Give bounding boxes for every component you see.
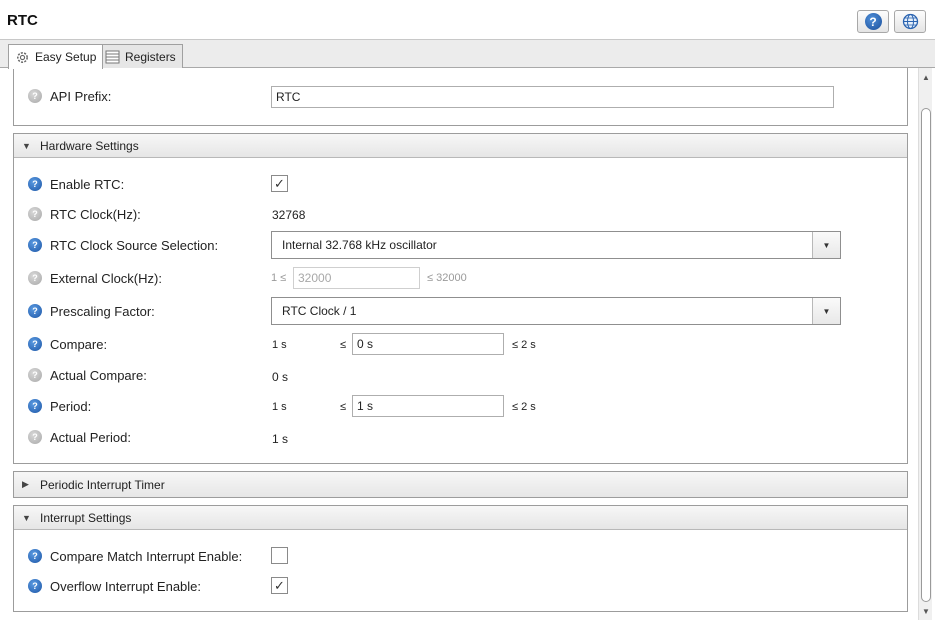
compare-match-label: Compare Match Interrupt Enable: (50, 548, 243, 564)
scroll-up-arrow-icon[interactable]: ▲ (919, 69, 933, 85)
tab-registers[interactable]: Registers (98, 44, 183, 69)
period-input[interactable]: 1 s (352, 395, 504, 417)
help-icon[interactable]: ? (28, 271, 42, 285)
help-icon[interactable]: ? (28, 549, 42, 563)
prescaling-value: RTC Clock / 1 (282, 304, 357, 318)
chevron-down-icon[interactable]: ▼ (812, 298, 840, 324)
interrupt-settings-header[interactable]: ▼ Interrupt Settings (14, 506, 907, 530)
clock-source-label: RTC Clock Source Selection: (50, 237, 219, 253)
actual-period-label: Actual Period: (50, 429, 131, 445)
title-bar: RTC ? (0, 0, 935, 40)
external-clock-min: 1 ≤ (271, 272, 287, 284)
collapse-arrow-icon: ▶ (22, 479, 29, 489)
overflow-row: ? Overflow Interrupt Enable: (28, 576, 201, 596)
external-clock-row: ? External Clock(Hz): (28, 268, 162, 288)
clock-source-value: Internal 32.768 kHz oscillator (282, 238, 437, 252)
prescaling-select[interactable]: RTC Clock / 1 ▼ (271, 297, 841, 325)
help-icon[interactable]: ? (28, 430, 42, 444)
actual-period-row: ? Actual Period: (28, 427, 131, 447)
enable-rtc-checkbox[interactable]: ✓ (271, 175, 288, 192)
globe-icon (902, 13, 918, 30)
hardware-settings-panel: ▼ Hardware Settings ? Enable RTC: ✓ ? RT… (13, 133, 908, 464)
help-icon[interactable]: ? (28, 207, 42, 221)
period-row: ? Period: (28, 396, 91, 416)
help-icon[interactable]: ? (28, 368, 42, 382)
help-icon[interactable]: ? (28, 238, 42, 252)
overflow-label: Overflow Interrupt Enable: (50, 578, 202, 594)
help-button[interactable]: ? (857, 10, 889, 33)
help-icon[interactable]: ? (28, 399, 42, 413)
external-clock-input: 32000 (293, 267, 420, 289)
help-icon[interactable]: ? (28, 89, 42, 103)
clock-source-select[interactable]: Internal 32.768 kHz oscillator ▼ (271, 231, 841, 259)
chevron-down-icon[interactable]: ▼ (812, 232, 840, 258)
general-panel: ? API Prefix: RTC (13, 68, 908, 126)
gear-icon (17, 51, 28, 63)
actual-compare-row: ? Actual Compare: (28, 365, 147, 385)
period-le: ≤ (340, 401, 347, 413)
actual-period-value: 1 s (272, 432, 289, 446)
period-max: ≤ 2 s (512, 401, 536, 413)
compare-match-row: ? Compare Match Interrupt Enable: (28, 546, 242, 566)
external-clock-label: External Clock(Hz): (50, 270, 162, 286)
overflow-checkbox[interactable]: ✓ (271, 577, 288, 594)
api-prefix-row: ? API Prefix: (28, 86, 111, 106)
help-icon[interactable]: ? (28, 177, 42, 191)
help-icon[interactable]: ? (28, 304, 42, 318)
compare-row: ? Compare: (28, 334, 107, 354)
api-prefix-input[interactable]: RTC (271, 86, 834, 108)
prescaling-row: ? Prescaling Factor: (28, 301, 155, 321)
rtc-clock-label: RTC Clock(Hz): (50, 206, 141, 222)
help-icon[interactable]: ? (28, 579, 42, 593)
vertical-scrollbar[interactable]: ▲ ▼ (918, 68, 932, 620)
tab-label: Easy Setup (35, 50, 97, 64)
compare-input[interactable]: 0 s (352, 333, 504, 355)
compare-min: 1 s (272, 339, 287, 351)
compare-label: Compare: (50, 336, 108, 352)
hardware-settings-title: Hardware Settings (40, 138, 139, 153)
hardware-settings-header[interactable]: ▼ Hardware Settings (14, 134, 907, 158)
interrupt-settings-panel: ▼ Interrupt Settings ? Compare Match Int… (13, 505, 908, 612)
clock-source-row: ? RTC Clock Source Selection: (28, 235, 218, 255)
external-clock-max: ≤ 32000 (427, 272, 467, 284)
help-icon[interactable]: ? (28, 337, 42, 351)
pit-panel: ▶ Periodic Interrupt Timer (13, 471, 908, 498)
period-min: 1 s (272, 401, 287, 413)
tab-easy-setup[interactable]: Easy Setup (8, 44, 104, 69)
rtc-clock-row: ? RTC Clock(Hz): (28, 204, 141, 224)
tab-bar: Easy Setup Registers (0, 40, 935, 69)
compare-le: ≤ (340, 339, 347, 351)
content-area: ? API Prefix: RTC ▼ Hardware Settings ? … (0, 68, 935, 623)
rtc-clock-value: 32768 (272, 208, 306, 222)
pit-header[interactable]: ▶ Periodic Interrupt Timer (14, 472, 907, 497)
interrupt-settings-title: Interrupt Settings (40, 510, 132, 525)
scroll-thumb[interactable] (921, 108, 931, 602)
expand-arrow-icon: ▼ (22, 140, 31, 151)
pit-title: Periodic Interrupt Timer (40, 477, 165, 492)
compare-max: ≤ 2 s (512, 339, 536, 351)
compare-match-checkbox[interactable] (271, 547, 288, 564)
enable-rtc-label: Enable RTC: (50, 176, 125, 192)
web-button[interactable] (894, 10, 926, 33)
scroll-down-arrow-icon[interactable]: ▼ (919, 603, 933, 619)
enable-rtc-row: ? Enable RTC: (28, 174, 124, 194)
actual-compare-label: Actual Compare: (50, 367, 147, 383)
expand-arrow-icon: ▼ (22, 512, 31, 523)
window-title: RTC (7, 12, 38, 29)
actual-compare-value: 0 s (272, 370, 289, 384)
period-label: Period: (50, 398, 92, 414)
help-icon: ? (864, 13, 882, 30)
tab-label: Registers (125, 50, 176, 64)
api-prefix-label: API Prefix: (50, 88, 112, 104)
prescaling-label: Prescaling Factor: (50, 303, 155, 319)
table-icon (105, 50, 120, 64)
